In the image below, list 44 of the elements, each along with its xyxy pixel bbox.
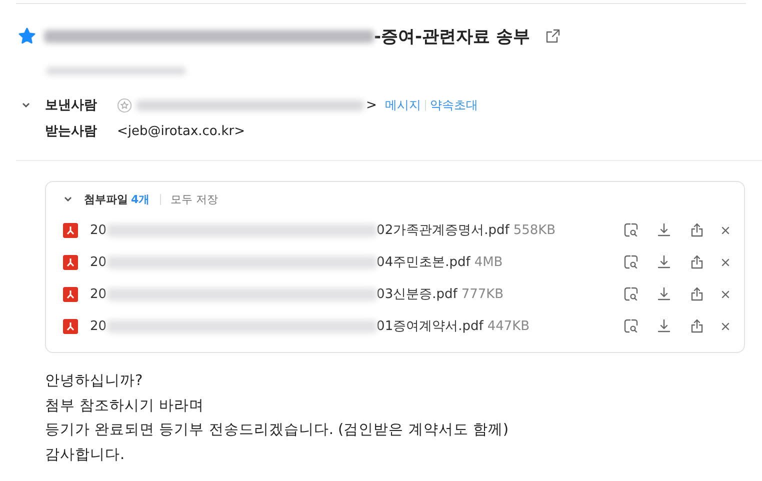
file-name[interactable]: 01증여계약서.pdf xyxy=(376,317,484,335)
preview-button[interactable] xyxy=(622,318,639,334)
file-name[interactable]: 04주민초본.pdf xyxy=(376,253,470,271)
download-button[interactable] xyxy=(655,286,672,302)
file-size: 4MB xyxy=(474,254,503,270)
file-name-prefix[interactable]: 20 xyxy=(90,222,107,238)
preview-button[interactable] xyxy=(622,222,639,238)
file-name-prefix[interactable]: 20 xyxy=(90,318,107,334)
remove-button[interactable] xyxy=(721,226,730,234)
chevron-icon[interactable] xyxy=(22,102,30,108)
sender-address: > xyxy=(366,98,377,112)
save-all-link[interactable]: 모두 저장 xyxy=(170,192,218,206)
file-name-prefix[interactable]: 20 xyxy=(90,254,107,270)
pdf-file-icon xyxy=(63,318,78,334)
file-size: 447KB xyxy=(487,318,530,334)
pdf-file-icon xyxy=(63,286,78,302)
file-name-prefix[interactable]: 20 xyxy=(90,286,107,302)
attachment-label: 첨부파일 xyxy=(84,192,128,206)
message-line: 첨부 참조하시기 바라며 xyxy=(45,396,206,416)
file-size: 558KB xyxy=(513,222,556,238)
file-size: 777KB xyxy=(461,286,504,302)
download-button[interactable] xyxy=(655,254,672,270)
recipient-label: 받는사람 xyxy=(45,123,98,140)
recipient-address: <jeb@irotax.co.kr> xyxy=(117,124,246,138)
message-line: 감사합니다. xyxy=(45,446,126,464)
preview-button[interactable] xyxy=(622,254,639,270)
remove-button[interactable] xyxy=(721,290,730,298)
star-icon[interactable] xyxy=(18,27,36,45)
remove-button[interactable] xyxy=(721,258,730,266)
attachment-count: 4개 xyxy=(131,192,150,206)
pdf-file-icon xyxy=(63,254,78,270)
open-in-new-window-icon[interactable] xyxy=(546,29,560,43)
download-button[interactable] xyxy=(655,222,672,238)
message-line: 안녕하십니까? xyxy=(45,372,144,391)
remove-button[interactable] xyxy=(721,322,730,330)
preview-button[interactable] xyxy=(622,286,639,302)
pdf-file-icon xyxy=(63,222,78,238)
message-line: 등기가 완료되면 등기부 전송드리겠습니다. (검인받은 계약서도 함께) xyxy=(45,421,510,440)
download-button[interactable] xyxy=(655,318,672,334)
chevron-icon[interactable] xyxy=(64,196,72,202)
sender-label: 보낸사람 xyxy=(45,97,98,114)
file-name[interactable]: 03신분증.pdf xyxy=(376,285,458,303)
file-name[interactable]: 02가족관계증명서.pdf xyxy=(376,221,510,239)
email-subject: -증여-관련자료 송부 xyxy=(374,26,530,48)
